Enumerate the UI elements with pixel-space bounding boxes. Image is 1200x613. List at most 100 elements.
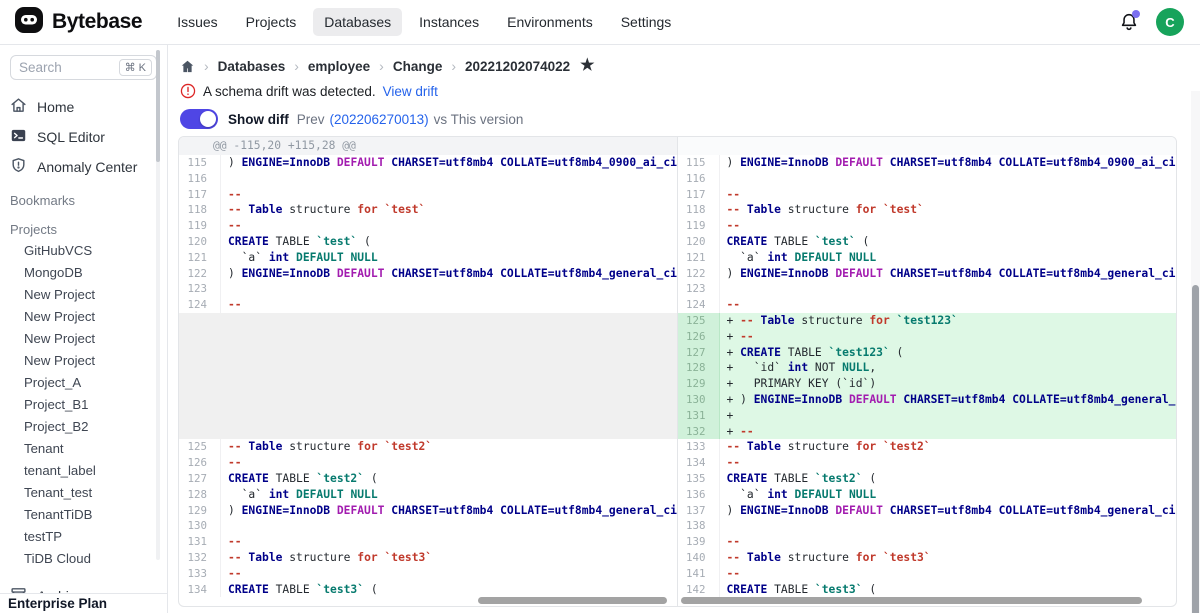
- sidebar-scrollbar-thumb[interactable]: [156, 50, 160, 162]
- page-scrollbar-thumb[interactable]: [1192, 285, 1199, 613]
- diff-row: 118-- Table structure for `test`: [678, 202, 1177, 218]
- line-number: 117: [179, 187, 221, 203]
- code-line: + CREATE TABLE `test123` (: [720, 345, 1177, 361]
- diff-row: 126+ --: [678, 329, 1177, 345]
- added-line-marker: +: [727, 361, 741, 374]
- code-line: --: [221, 297, 677, 313]
- breadcrumb-item-change[interactable]: Change: [393, 59, 443, 74]
- line-number: 135: [678, 471, 720, 487]
- nav-item-issues[interactable]: Issues: [166, 8, 228, 36]
- line-number: 138: [678, 518, 720, 534]
- sidebar-project-item[interactable]: Project_A: [0, 372, 167, 394]
- diff-row: 134CREATE TABLE `test3` (: [179, 582, 677, 598]
- sidebar-project-item[interactable]: New Project: [0, 350, 167, 372]
- nav-item-databases[interactable]: Databases: [313, 8, 402, 36]
- sidebar-project-item[interactable]: TenantTiDB: [0, 504, 167, 526]
- breadcrumb-item-version[interactable]: 20221202074022: [465, 59, 570, 74]
- code-line: --: [720, 455, 1177, 471]
- nav-item-projects[interactable]: Projects: [235, 8, 308, 36]
- sidebar-item-sql-editor[interactable]: SQL Editor: [0, 122, 167, 152]
- drift-alert: A schema drift was detected. View drift: [180, 83, 1200, 99]
- diff-row: 142CREATE TABLE `test3` (: [678, 582, 1177, 598]
- line-number: 125: [678, 313, 720, 329]
- sidebar-project-item[interactable]: GitHubVCS: [0, 240, 167, 262]
- code-line: [720, 518, 1177, 534]
- code-line: -- Table structure for `test3`: [720, 550, 1177, 566]
- sidebar: ⌘ K Home SQL Editor: [0, 45, 168, 613]
- sidebar-project-item[interactable]: Project_B1: [0, 394, 167, 416]
- line-number: 122: [179, 266, 221, 282]
- diff-row: 141--: [678, 566, 1177, 582]
- vs-label: vs This version: [434, 112, 524, 127]
- prev-version-link[interactable]: (202206270013): [330, 112, 429, 127]
- diff-row: 140-- Table structure for `test3`: [678, 550, 1177, 566]
- show-diff-toggle[interactable]: [180, 109, 218, 129]
- code-line: [221, 408, 677, 424]
- diff-row: 126--: [179, 455, 677, 471]
- bytebase-logo[interactable]: Bytebase: [14, 5, 142, 40]
- sidebar-item-home[interactable]: Home: [0, 92, 167, 122]
- diff-row: [179, 345, 677, 361]
- view-drift-link[interactable]: View drift: [383, 84, 438, 99]
- code-line: --: [221, 187, 677, 203]
- sidebar-project-item[interactable]: Tenant_test: [0, 482, 167, 504]
- search-box[interactable]: ⌘ K: [10, 55, 157, 80]
- notification-dot: [1132, 10, 1140, 18]
- horizontal-scrollbar-thumb-left[interactable]: [478, 597, 667, 604]
- sidebar-scrollbar[interactable]: [156, 50, 160, 560]
- sidebar-item-anomaly-center[interactable]: Anomaly Center: [0, 152, 167, 182]
- added-line-marker: +: [727, 409, 741, 422]
- line-number: 129: [678, 376, 720, 392]
- code-line: -- Table structure for `test`: [221, 202, 677, 218]
- code-line: CREATE TABLE `test` (: [720, 234, 1177, 250]
- show-diff-label: Show diff: [228, 112, 289, 127]
- diff-row: 138: [678, 518, 1177, 534]
- horizontal-scrollbar-thumb-right[interactable]: [681, 597, 1142, 604]
- page-scrollbar[interactable]: [1191, 91, 1200, 613]
- diff-row: 124--: [179, 297, 677, 313]
- code-line: [221, 281, 677, 297]
- breadcrumb-separator: ›: [379, 58, 384, 74]
- code-line: --: [221, 534, 677, 550]
- diff-toolbar: Show diff Prev (202206270013) vs This ve…: [180, 109, 1200, 129]
- sidebar-project-item[interactable]: tenant_label: [0, 460, 167, 482]
- code-line: -- Table structure for `test2`: [221, 439, 677, 455]
- sidebar-project-item[interactable]: New Project: [0, 284, 167, 306]
- sidebar-item-label: Home: [37, 99, 74, 115]
- breadcrumb-home-icon[interactable]: [180, 59, 195, 74]
- nav-item-settings[interactable]: Settings: [610, 8, 683, 36]
- diff-row: 131+: [678, 408, 1177, 424]
- code-line: --: [720, 187, 1177, 203]
- breadcrumb-item-databases[interactable]: Databases: [218, 59, 286, 74]
- diff-row: 132+ --: [678, 424, 1177, 440]
- user-avatar[interactable]: C: [1156, 8, 1184, 36]
- sidebar-project-item[interactable]: testTP: [0, 526, 167, 548]
- added-line-marker: +: [727, 346, 741, 359]
- code-line: `a` int DEFAULT NULL: [720, 250, 1177, 266]
- added-line-marker: +: [727, 393, 741, 406]
- sidebar-project-item[interactable]: TiDB Cloud: [0, 548, 167, 570]
- line-number: 125: [179, 439, 221, 455]
- sidebar-project-item[interactable]: Tenant: [0, 438, 167, 460]
- sidebar-project-item[interactable]: New Project: [0, 328, 167, 350]
- sidebar-project-item[interactable]: Project_B2: [0, 416, 167, 438]
- sidebar-project-item[interactable]: MongoDB: [0, 262, 167, 284]
- nav-item-instances[interactable]: Instances: [408, 8, 490, 36]
- search-input[interactable]: [19, 60, 99, 75]
- line-number: 132: [678, 424, 720, 440]
- nav-item-environments[interactable]: Environments: [496, 8, 604, 36]
- code-line: + ) ENGINE=InnoDB DEFAULT CHARSET=utf8mb…: [720, 392, 1177, 408]
- sidebar-project-item[interactable]: New Project: [0, 306, 167, 328]
- sidebar-item-label: Anomaly Center: [37, 159, 137, 175]
- diff-row: [179, 392, 677, 408]
- code-line: --: [720, 218, 1177, 234]
- line-number: 122: [678, 266, 720, 282]
- line-number: 118: [179, 202, 221, 218]
- notification-bell-icon[interactable]: [1118, 11, 1140, 33]
- favorite-star-icon[interactable]: ★: [580, 58, 594, 74]
- code-line: `a` int DEFAULT NULL: [221, 250, 677, 266]
- diff-row: 122) ENGINE=InnoDB DEFAULT CHARSET=utf8m…: [179, 266, 677, 282]
- breadcrumb-item-employee[interactable]: employee: [308, 59, 370, 74]
- line-number: [179, 360, 221, 376]
- line-number: 124: [678, 297, 720, 313]
